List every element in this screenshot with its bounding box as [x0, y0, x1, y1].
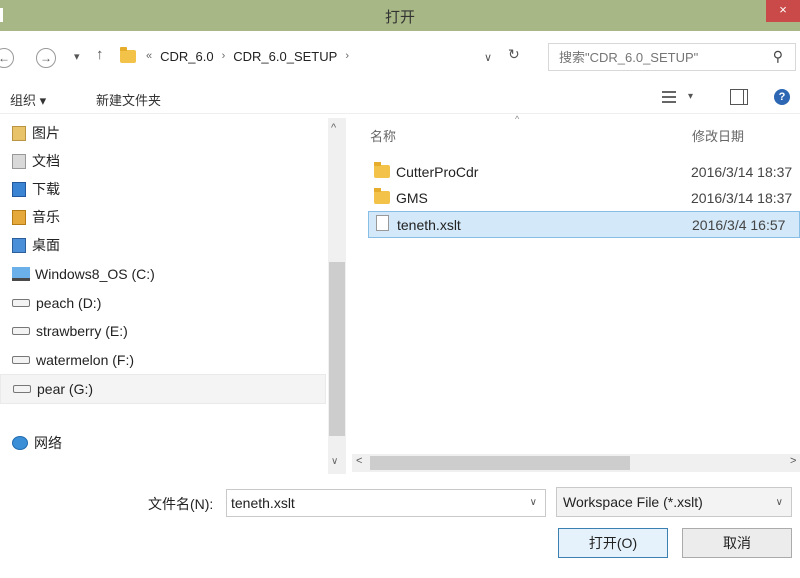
preview-pane-icon[interactable] — [730, 89, 748, 105]
new-folder-button[interactable]: 新建文件夹 — [96, 90, 161, 109]
address-row: ← → ▾ ↑ « CDR_6.0 › CDR_6.0_SETUP › ∨ ↻ … — [0, 38, 800, 71]
up-arrow-icon[interactable]: ↑ — [96, 46, 104, 63]
breadcrumb-separator[interactable]: › — [222, 50, 226, 62]
folder-icon — [120, 46, 136, 63]
column-header-name[interactable]: 名称 — [370, 126, 396, 145]
search-input[interactable] — [549, 44, 759, 70]
documents-icon — [12, 153, 26, 169]
search-box[interactable]: ⚲ — [548, 43, 796, 71]
file-type-dropdown[interactable]: ∨ — [776, 497, 783, 508]
organize-menu[interactable]: 组织 ▾ — [10, 90, 46, 109]
sidebar-item-drive-f[interactable]: watermelon (F:) — [12, 347, 134, 373]
navigation-pane: 图片 文档 下载 音乐 桌面 Windows8_OS (C:) peach (D… — [0, 118, 350, 466]
file-row[interactable]: GMS 2016/3/14 18:37 — [368, 186, 800, 210]
file-name: teneth.xslt — [397, 216, 461, 233]
back-arrow-icon[interactable]: ← — [0, 48, 14, 68]
sidebar-item-label: watermelon (F:) — [36, 352, 135, 368]
os-drive-icon — [12, 267, 30, 281]
sidebar-item-drive-g[interactable]: pear (G:) — [0, 374, 326, 404]
title-bar: 打开 × — [0, 0, 800, 31]
downloads-icon — [12, 181, 26, 197]
sidebar-item-music[interactable]: 音乐 — [12, 204, 60, 230]
column-header-date[interactable]: 修改日期 — [692, 126, 744, 145]
sidebar-item-label: Windows8_OS (C:) — [35, 266, 155, 282]
desktop-icon — [12, 237, 26, 253]
file-row-selected[interactable]: teneth.xslt 2016/3/4 16:57 — [368, 211, 800, 238]
refresh-icon[interactable]: ↻ — [508, 46, 520, 63]
file-date: 2016/3/14 18:37 — [691, 164, 793, 180]
file-name: GMS — [396, 190, 428, 206]
sidebar-item-label: 桌面 — [32, 237, 60, 253]
sidebar-item-label: 图片 — [32, 125, 60, 141]
sidebar-item-desktop[interactable]: 桌面 — [12, 232, 60, 258]
sidebar-scroll-down[interactable]: ∨ — [331, 456, 338, 467]
hscroll-right-arrow[interactable]: > — [790, 455, 796, 467]
sidebar-item-downloads[interactable]: 下载 — [12, 176, 60, 202]
recent-locations-dropdown[interactable]: ▾ — [74, 50, 80, 63]
forward-arrow-icon[interactable]: → — [36, 48, 56, 68]
file-icon — [376, 215, 389, 231]
sidebar-item-label: pear (G:) — [37, 381, 94, 397]
search-icon[interactable]: ⚲ — [773, 48, 783, 65]
filename-input[interactable] — [227, 490, 507, 516]
hscroll-left-arrow[interactable]: < — [356, 455, 362, 467]
sidebar-item-label: 网络 — [34, 435, 62, 451]
drive-icon — [12, 327, 30, 335]
filename-label: 文件名(N): — [148, 496, 214, 512]
network-icon — [12, 436, 28, 450]
file-list-hscroll-thumb[interactable] — [370, 456, 630, 470]
address-dropdown[interactable]: ∨ — [484, 51, 492, 64]
sidebar-item-pictures[interactable]: 图片 — [12, 120, 60, 146]
pictures-icon — [12, 125, 26, 141]
folder-icon — [374, 188, 390, 204]
drive-icon — [13, 385, 31, 393]
sidebar-item-drive-e[interactable]: strawberry (E:) — [12, 318, 128, 344]
help-icon[interactable]: ? — [774, 89, 790, 105]
sidebar-item-label: 文档 — [32, 153, 60, 169]
address-bar[interactable]: « CDR_6.0 › CDR_6.0_SETUP › — [120, 43, 540, 69]
drive-icon — [12, 299, 30, 307]
sidebar-item-documents[interactable]: 文档 — [12, 148, 60, 174]
breadcrumb-item[interactable]: CDR_6.0 — [160, 49, 213, 64]
file-row[interactable]: CutterProCdr 2016/3/14 18:37 — [368, 160, 800, 184]
view-options-icon[interactable] — [662, 91, 676, 103]
window-title: 打开 — [384, 9, 415, 26]
breadcrumb-separator[interactable]: › — [345, 50, 349, 62]
drive-icon — [12, 356, 30, 364]
sidebar-item-label: strawberry (E:) — [36, 323, 128, 339]
open-button[interactable]: 打开(O) — [558, 528, 668, 558]
toolbar: 组织 ▾ 新建文件夹 ▾ ? — [0, 80, 800, 114]
view-dropdown[interactable]: ▾ — [688, 91, 693, 102]
music-icon — [12, 209, 26, 225]
folder-icon — [374, 162, 390, 178]
breadcrumb-item[interactable]: CDR_6.0_SETUP — [233, 49, 337, 64]
file-type-select[interactable]: Workspace File (*.xslt) ∨ — [556, 487, 792, 517]
sidebar-item-network[interactable]: 网络 — [12, 430, 62, 456]
sidebar-scroll-thumb[interactable] — [329, 262, 345, 436]
sidebar-scroll-up[interactable]: ^ — [331, 122, 336, 134]
sort-indicator-icon: ^ — [515, 114, 520, 124]
filename-field[interactable]: ∨ — [226, 489, 546, 517]
file-date: 2016/3/4 16:57 — [692, 216, 786, 233]
sidebar-item-label: 音乐 — [32, 209, 60, 225]
breadcrumb-overflow[interactable]: « — [146, 50, 152, 62]
sidebar-item-label: peach (D:) — [36, 295, 102, 311]
sidebar-item-drive-c[interactable]: Windows8_OS (C:) — [12, 261, 155, 287]
sidebar-item-drive-d[interactable]: peach (D:) — [12, 290, 101, 316]
sidebar-item-label: 下载 — [32, 181, 60, 197]
file-date: 2016/3/14 18:37 — [691, 190, 793, 206]
filename-dropdown[interactable]: ∨ — [530, 497, 537, 508]
close-button[interactable]: × — [766, 0, 800, 22]
cancel-button[interactable]: 取消 — [682, 528, 792, 558]
file-name: CutterProCdr — [396, 164, 479, 180]
file-type-value: Workspace File (*.xslt) — [563, 494, 703, 510]
